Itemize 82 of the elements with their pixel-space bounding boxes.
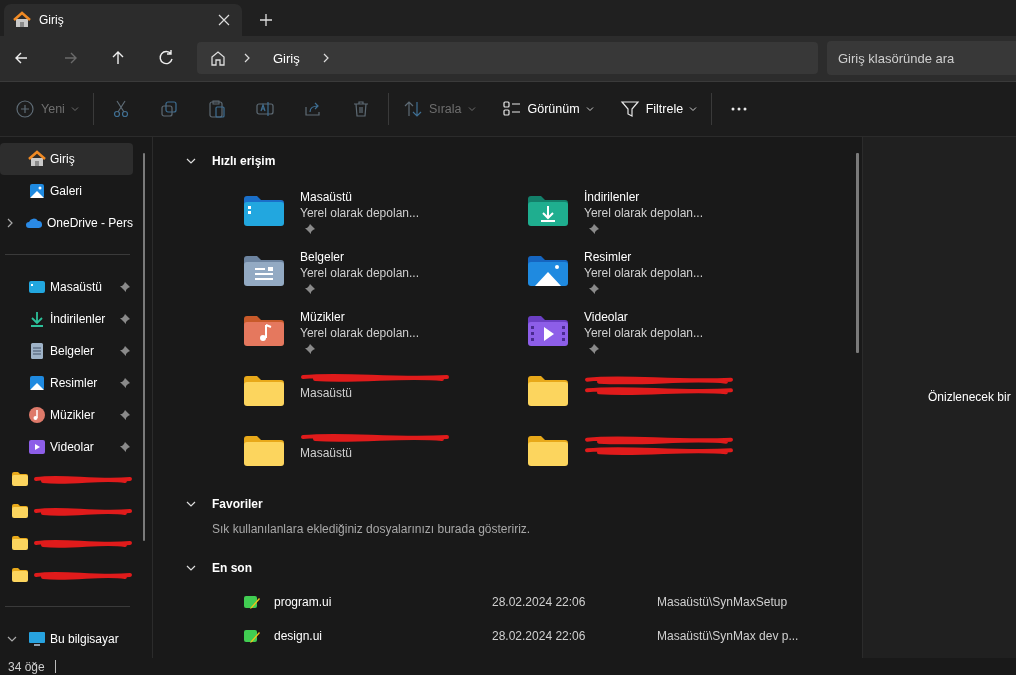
folder-name: Resimler — [584, 248, 633, 265]
sidebar-item[interactable]: İndirilenler — [0, 302, 133, 335]
folder-location: Yerel olarak depolan... — [584, 204, 703, 221]
file-location: Masaüstü\SynMax dev p... — [657, 628, 799, 643]
sidebar-item[interactable]: OneDrive - Pers — [0, 206, 133, 239]
folder-name: Belgeler — [300, 248, 346, 265]
clipboard-icon — [206, 98, 227, 119]
computer-icon — [28, 629, 46, 648]
file-date: 28.02.2024 22:06 — [492, 594, 587, 609]
sidebar-item[interactable]: Müzikler — [0, 398, 133, 431]
section-title: Favoriler — [212, 496, 263, 511]
home-icon — [28, 149, 46, 168]
picture-folder-icon — [527, 254, 569, 287]
caret-icon — [585, 104, 594, 113]
scrollbar[interactable] — [856, 152, 859, 353]
view-icon — [501, 98, 522, 119]
address-bar[interactable]: Giriş — [197, 42, 818, 75]
ui-file-icon — [243, 627, 261, 644]
more-icon — [731, 106, 748, 111]
scrollbar[interactable] — [143, 152, 145, 541]
caret-icon — [70, 104, 79, 113]
breadcrumb[interactable]: Giriş — [267, 50, 306, 66]
section-title: Hızlı erişim — [212, 153, 276, 168]
folder-location: Yerel olarak depolan... — [584, 264, 703, 281]
empty-message: Sık kullanılanlara eklediğiniz dosyalarınızı burada gösteririz. — [212, 521, 532, 538]
document-icon — [28, 341, 46, 360]
gallery-icon — [28, 181, 46, 200]
sidebar-item[interactable]: Resimler — [0, 366, 133, 399]
document-folder-icon — [243, 254, 285, 287]
picture-icon — [28, 373, 46, 392]
preview-message: Önizlenecek bir — [928, 390, 1011, 405]
sidebar-item[interactable]: Masaüstü — [0, 270, 133, 303]
sidebar-item[interactable]: Belgeler — [0, 334, 133, 367]
file-name[interactable]: program.ui — [274, 594, 492, 609]
new-icon — [15, 98, 35, 119]
caret-icon — [467, 104, 476, 113]
folder-location: Yerel olarak depolan... — [300, 324, 419, 341]
file-name[interactable]: design.ui — [274, 628, 492, 643]
folder-icon — [243, 434, 285, 467]
folder-location: Yerel olarak depolan... — [300, 204, 419, 221]
sidebar-item[interactable]: Videolar — [0, 430, 133, 463]
file-date: 28.02.2024 22:06 — [492, 628, 587, 643]
ui-file-icon — [243, 593, 261, 610]
music-folder-icon — [243, 314, 285, 347]
section-title: En son — [212, 560, 252, 575]
sidebar-item[interactable]: Galeri — [0, 174, 133, 207]
folder-location: Yerel olarak depolan... — [300, 264, 419, 281]
copy-icon — [158, 98, 179, 119]
home-icon — [209, 49, 227, 68]
folder-icon — [243, 374, 285, 407]
file-location: Masaüstü\SynMaxSetup — [657, 594, 788, 609]
folder-icon — [11, 533, 29, 552]
tab[interactable]: Giriş — [4, 3, 242, 36]
folder-name: Videolar — [584, 308, 629, 325]
music-icon — [28, 405, 46, 424]
video-folder-icon — [527, 314, 569, 347]
search-field[interactable]: Giriş klasöründe ara — [827, 41, 1016, 76]
download-folder-icon — [527, 194, 569, 227]
new-tab-icon — [259, 12, 273, 27]
video-icon — [28, 437, 46, 456]
view-button[interactable]: Görünüm — [494, 91, 601, 126]
folder-icon — [11, 565, 29, 584]
download-icon — [28, 309, 46, 328]
folder-icon — [11, 469, 29, 488]
caret-icon — [689, 104, 698, 113]
folder-icon — [527, 374, 569, 407]
desktop-folder-icon — [243, 194, 285, 227]
home-icon — [13, 10, 31, 29]
folder-icon — [11, 501, 29, 520]
filter-icon — [619, 98, 640, 119]
sidebar-item[interactable]: Bu bilgisayar — [0, 622, 133, 655]
folder-name: Müzikler — [300, 308, 346, 325]
folder-name: Masaüstü — [300, 188, 354, 205]
filter-button[interactable]: Filtrele — [612, 91, 705, 126]
folder-location: Yerel olarak depolan... — [584, 324, 703, 341]
sidebar-item[interactable]: Giriş — [0, 142, 133, 175]
folder-location: Masaüstü — [300, 384, 354, 401]
folder-icon — [527, 434, 569, 467]
folder-location: Masaüstü — [300, 444, 354, 461]
close-icon — [218, 13, 230, 26]
folder-name: İndirilenler — [584, 188, 641, 205]
item-count: 34 öğe — [8, 659, 45, 674]
